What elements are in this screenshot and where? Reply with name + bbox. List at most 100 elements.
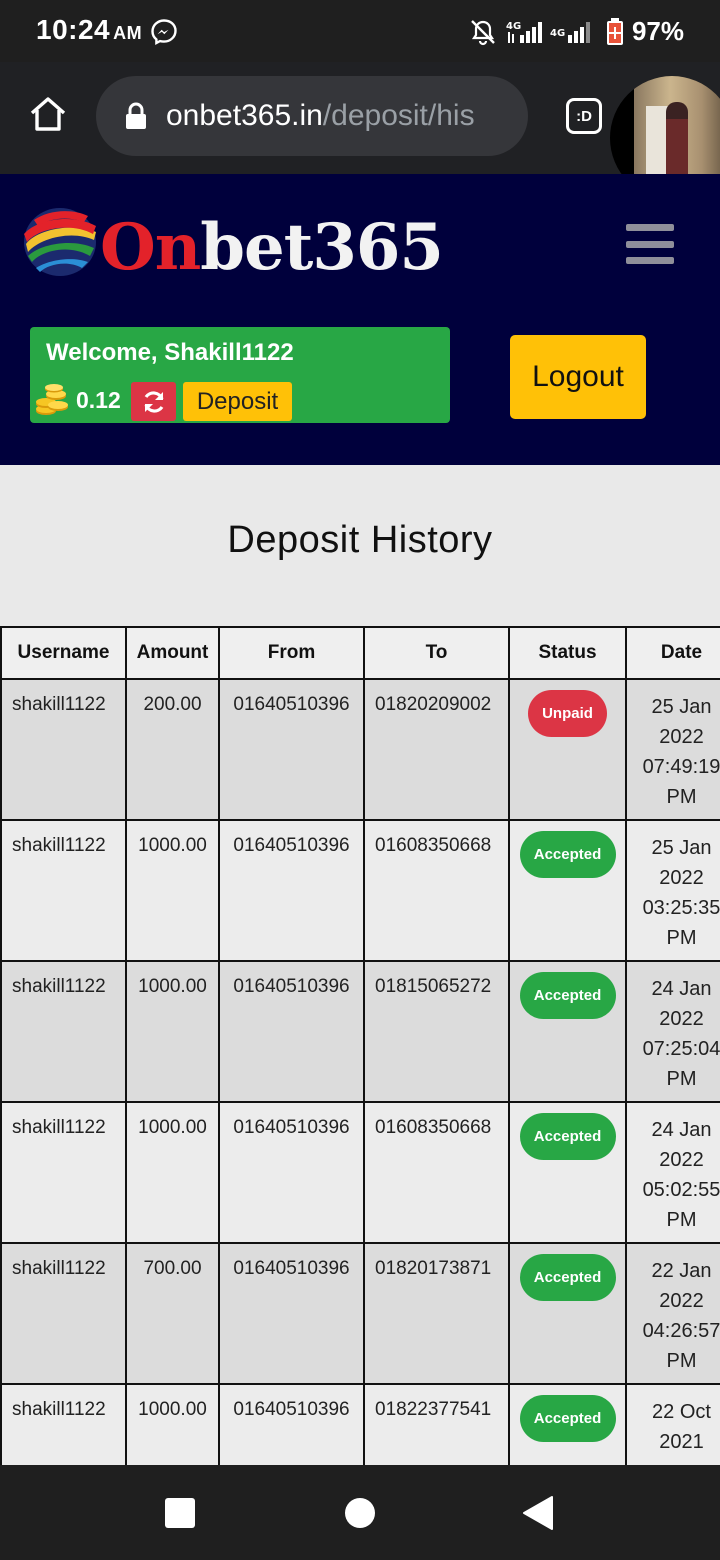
svg-text:4G: 4G: [550, 28, 565, 39]
refresh-balance-button[interactable]: [131, 382, 176, 421]
date-year: 2021: [659, 1431, 704, 1453]
status-badge: Accepted: [519, 1113, 616, 1160]
cell-from: 01640510396: [218, 1383, 365, 1465]
table-row: shakill1122 1000.00 01640510396 01822377…: [0, 1383, 720, 1465]
tab-switcher-button[interactable]: :D: [566, 98, 602, 134]
cell-to: 01608350668: [363, 819, 510, 962]
deposit-button[interactable]: Deposit: [183, 382, 292, 421]
cell-date: 22 Jan 2022 04:26:57 PM: [625, 1242, 720, 1385]
cell-from: 01640510396: [218, 1101, 365, 1244]
cell-status: Accepted: [508, 1242, 627, 1385]
date-ampm: PM: [666, 1209, 697, 1231]
lock-icon: [126, 102, 146, 129]
hamburger-line: [626, 240, 674, 248]
cell-status: Accepted: [508, 960, 627, 1103]
date-ampm: PM: [666, 1350, 697, 1372]
cell-amount: 1000.00: [125, 1101, 220, 1244]
address-bar[interactable]: onbet365.in/deposit/his: [96, 76, 528, 156]
table-row: shakill1122 1000.00 01640510396 01815065…: [0, 960, 720, 1103]
home-nav-icon[interactable]: [345, 1498, 375, 1528]
logo-wordmark: Onbet365: [100, 210, 444, 285]
cell-amount: 1000.00: [125, 960, 220, 1103]
hamburger-menu-icon[interactable]: [626, 224, 674, 264]
cell-to: 01820209002: [363, 678, 510, 821]
cell-username: shakill1122: [0, 1242, 127, 1385]
date-ampm: PM: [666, 1068, 697, 1090]
messenger-icon: [151, 19, 177, 46]
date-ampm: PM: [666, 786, 697, 808]
date-year: 2022: [659, 867, 704, 889]
status-time-ampm: AM: [113, 23, 143, 43]
date-day: 24 Jan: [651, 1119, 712, 1141]
main-content: Deposit History Username Amount From To …: [0, 465, 720, 1465]
status-bar: 10:24 AM 4G 4G 97%: [0, 0, 720, 62]
date-day: 25 Jan: [651, 837, 712, 859]
cell-status: Unpaid: [508, 678, 627, 821]
cell-date: 25 Jan 2022 03:25:35 PM: [625, 819, 720, 962]
status-badge: Accepted: [519, 1395, 616, 1442]
hamburger-line: [626, 224, 674, 231]
recent-apps-icon[interactable]: [165, 1498, 195, 1528]
cell-from: 01640510396: [218, 819, 365, 962]
cell-to: 01820173871: [363, 1242, 510, 1385]
tab-switcher-label: :D: [576, 107, 592, 125]
cell-from: 01640510396: [218, 1242, 365, 1385]
balance-amount: 0.12: [76, 387, 121, 413]
cell-date: 22 Oct 2021: [625, 1383, 720, 1465]
cell-amount: 200.00: [125, 678, 220, 821]
date-time: 05:02:55: [642, 1179, 720, 1201]
battery-saver-icon: [606, 17, 623, 45]
cell-amount: 700.00: [125, 1242, 220, 1385]
cell-username: shakill1122: [0, 1383, 127, 1465]
logo-wordmark-white: bet365: [200, 210, 444, 285]
date-time: 07:49:19: [642, 756, 720, 778]
cell-username: shakill1122: [0, 678, 127, 821]
column-header-amount: Amount: [125, 626, 220, 680]
table-row: shakill1122 700.00 01640510396 018201738…: [0, 1242, 720, 1385]
date-year: 2022: [659, 1290, 704, 1312]
cell-amount: 1000.00: [125, 819, 220, 962]
date-time: 04:26:57: [642, 1320, 720, 1342]
cell-to: 01608350668: [363, 1101, 510, 1244]
url-text: onbet365.in/deposit/his: [166, 99, 475, 133]
hamburger-line: [626, 257, 674, 264]
coins-icon: [36, 384, 68, 415]
status-badge: Unpaid: [528, 690, 607, 737]
logo-wordmark-red: On: [100, 210, 201, 285]
url-domain: onbet365.in: [166, 99, 323, 132]
table-header-row: Username Amount From To Status Date: [0, 626, 720, 680]
date-year: 2022: [659, 726, 704, 748]
column-header-status: Status: [508, 626, 627, 680]
deposit-history-table: Username Amount From To Status Date shak…: [0, 626, 720, 1465]
column-header-from: From: [218, 626, 365, 680]
home-icon[interactable]: [28, 94, 68, 134]
logo-globe-icon: [24, 208, 96, 276]
table-row: shakill1122 1000.00 01640510396 01608350…: [0, 1101, 720, 1244]
cell-from: 01640510396: [218, 678, 365, 821]
cell-amount: 1000.00: [125, 1383, 220, 1465]
signal-4g-icon: 4G 4G: [506, 21, 590, 43]
date-day: 22 Jan: [651, 1260, 712, 1282]
cell-to: 01815065272: [363, 960, 510, 1103]
svg-text:4G: 4G: [506, 21, 521, 32]
cell-status: Accepted: [508, 1101, 627, 1244]
page-title: Deposit History: [227, 519, 493, 561]
status-right: 4G 4G 97%: [468, 16, 684, 47]
cell-username: shakill1122: [0, 819, 127, 962]
cell-username: shakill1122: [0, 960, 127, 1103]
date-day: 24 Jan: [651, 978, 712, 1000]
date-day: 22 Oct: [652, 1401, 711, 1423]
site-header: Onbet365 Welcome, Shakill1122 0.12 Depos…: [0, 174, 720, 465]
cell-date: 25 Jan 2022 07:49:19 PM: [625, 678, 720, 821]
back-icon[interactable]: [522, 1495, 554, 1531]
site-logo[interactable]: Onbet365: [20, 204, 444, 294]
date-year: 2022: [659, 1008, 704, 1030]
date-day: 25 Jan: [651, 696, 712, 718]
date-ampm: PM: [666, 927, 697, 949]
status-badge: Accepted: [519, 972, 616, 1019]
table-row: shakill1122 200.00 01640510396 018202090…: [0, 678, 720, 821]
date-time: 07:25:04: [642, 1038, 720, 1060]
status-time-value: 10:24: [36, 14, 111, 45]
status-badge: Accepted: [519, 1254, 616, 1301]
logout-button[interactable]: Logout: [510, 335, 646, 419]
